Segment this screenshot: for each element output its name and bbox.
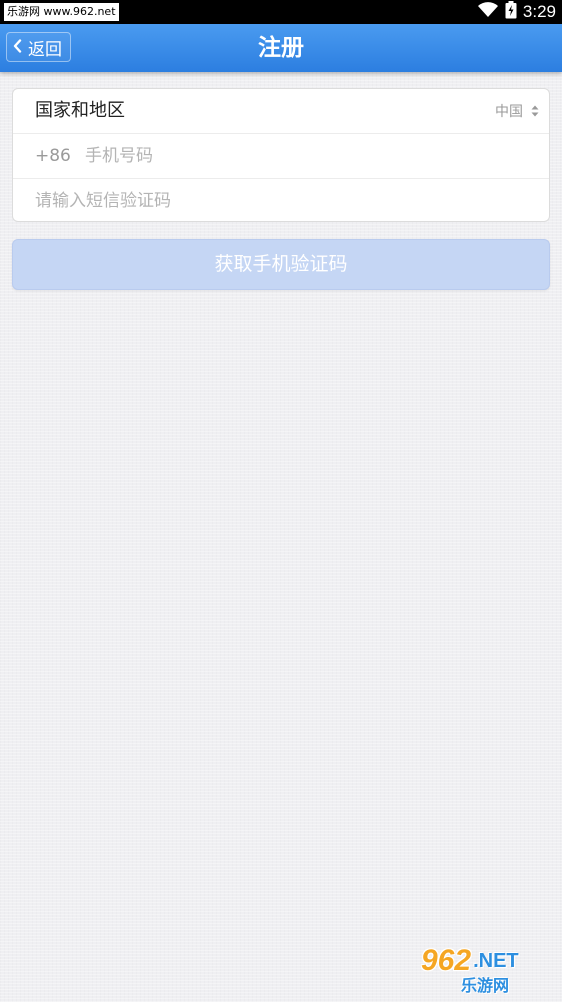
get-code-button[interactable]: 获取手机验证码 [12, 239, 550, 290]
watermark-text: 乐游网 www.962.net [4, 3, 119, 21]
country-select[interactable]: 中国 [495, 89, 539, 133]
wifi-icon [477, 2, 499, 22]
watermark-name: 乐游网 [461, 976, 510, 995]
watermark-logo: 962 .NET 乐游网 [421, 946, 557, 998]
registration-form: 国家和地区 中国 +86 [12, 88, 550, 222]
page-title: 注册 [258, 35, 304, 61]
watermark-suffix: .NET [473, 950, 519, 972]
sort-arrows-icon [531, 102, 539, 121]
sms-code-input[interactable] [35, 185, 535, 217]
country-label: 国家和地区 [35, 100, 125, 121]
status-bar: 乐游网 www.962.net 3:29 [0, 0, 562, 24]
phone-row: +86 [13, 134, 549, 178]
status-time: 3:29 [522, 2, 556, 21]
phone-prefix[interactable]: +86 [35, 134, 71, 178]
phone-input[interactable] [85, 140, 525, 172]
watermark-number: 962 [421, 944, 472, 977]
watermark-logo-top: 962 .NET [421, 946, 557, 976]
country-value: 中国 [495, 104, 523, 120]
country-row[interactable]: 国家和地区 中国 [13, 89, 549, 133]
code-row [13, 179, 549, 223]
battery-icon [505, 1, 517, 23]
nav-bar: 返回 注册 [0, 24, 562, 72]
status-icons: 3:29 [477, 0, 556, 24]
